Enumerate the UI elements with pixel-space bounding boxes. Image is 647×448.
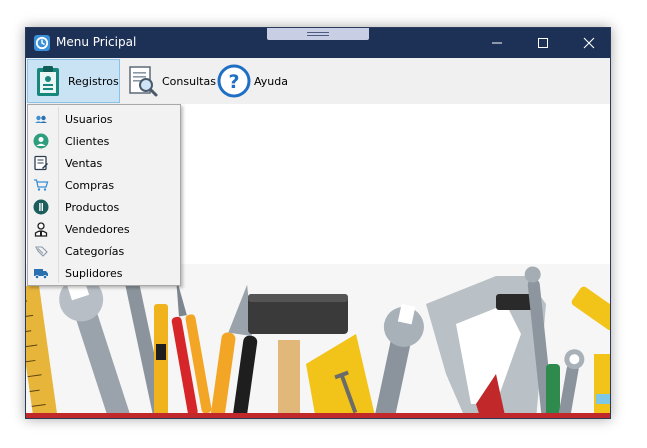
title-bar[interactable]: Menu Pricipal <box>26 28 610 58</box>
menu-item-productos[interactable]: Productos <box>30 196 178 218</box>
menu-item-clientes[interactable]: Clientes <box>30 130 178 152</box>
menu-item-categorias[interactable]: Categorías <box>30 240 178 262</box>
menu-consultas[interactable]: Consultas <box>122 59 216 103</box>
menu-item-ventas[interactable]: Ventas <box>30 152 178 174</box>
clipboard-icon <box>37 66 59 96</box>
menu-bar: Registros Consultas ? Ayuda <box>26 58 610 104</box>
window-title: Menu Pricipal <box>56 35 137 49</box>
minimize-button[interactable] <box>474 28 520 58</box>
products-icon <box>33 199 49 215</box>
svg-text:?: ? <box>228 71 239 93</box>
menu-item-suplidores-label: Suplidores <box>65 266 123 280</box>
menu-registros-label: Registros <box>68 74 119 88</box>
minimize-icon <box>492 42 502 44</box>
category-icon <box>35 246 48 257</box>
menu-item-compras[interactable]: Compras <box>30 174 178 196</box>
cart-icon <box>34 179 49 191</box>
menu-item-clientes-label: Clientes <box>65 134 110 148</box>
sales-icon <box>34 155 48 171</box>
help-icon: ? <box>217 64 251 98</box>
menu-ayuda-label: Ayuda <box>254 74 288 88</box>
maximize-icon <box>538 38 548 48</box>
menu-registros[interactable]: Registros <box>27 59 120 103</box>
drag-grip[interactable] <box>267 28 369 40</box>
close-icon <box>583 37 595 49</box>
seller-icon <box>34 222 48 237</box>
users-icon <box>35 115 47 123</box>
menu-item-ventas-label: Ventas <box>65 156 103 170</box>
client-icon <box>33 133 49 149</box>
menu-item-suplidores[interactable]: Suplidores <box>30 262 178 284</box>
registros-dropdown: Usuarios Clientes Ventas Compras Product… <box>27 104 181 286</box>
app-icon <box>34 35 50 51</box>
menu-consultas-label: Consultas <box>162 74 216 88</box>
menu-ayuda[interactable]: ? Ayuda <box>214 59 294 103</box>
truck-icon <box>34 269 48 279</box>
menu-item-usuarios[interactable]: Usuarios <box>30 108 178 130</box>
menu-item-compras-label: Compras <box>65 178 115 192</box>
menu-item-vendedores-label: Vendedores <box>65 222 130 236</box>
maximize-button[interactable] <box>520 28 566 58</box>
menu-item-productos-label: Productos <box>65 200 120 214</box>
menu-item-categorias-label: Categorías <box>65 244 125 258</box>
main-window: Menu Pricipal Registros Consultas ? Ayud… <box>25 27 611 419</box>
menu-item-vendedores[interactable]: Vendedores <box>30 218 178 240</box>
menu-item-usuarios-label: Usuarios <box>65 112 113 126</box>
search-document-icon <box>129 66 158 97</box>
close-button[interactable] <box>566 28 610 58</box>
